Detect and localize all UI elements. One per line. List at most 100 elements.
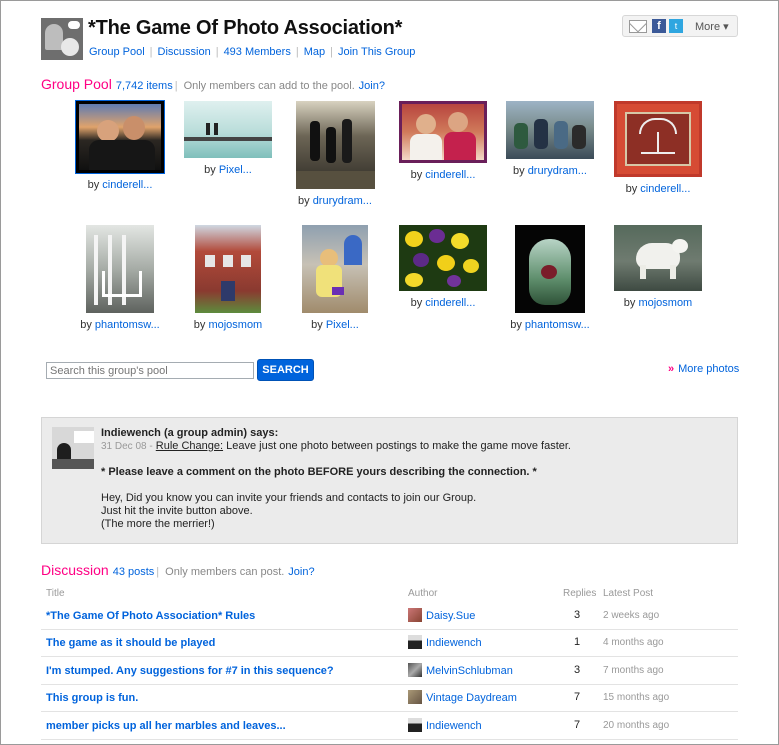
photo-thumbnail[interactable] [399,225,487,291]
pool-search-button[interactable]: SEARCH [257,359,314,381]
photo-owner-link[interactable]: phantomsw... [525,319,590,331]
facebook-icon[interactable]: f [652,19,666,33]
author-avatar[interactable] [408,635,422,649]
photo-thumbnail[interactable] [614,101,702,177]
photo-owner-link[interactable]: mojosmom [208,319,262,331]
share-toolbar: f t More ▾ [622,15,738,37]
topic-link[interactable]: I'm stumped. Any suggestions for #7 in t… [46,665,334,677]
table-row: The game as it should be played Indiewen… [41,629,738,657]
admin-line-1: Hey, Did you know you can invite your fr… [101,492,477,504]
photo-item: by cinderell... [603,101,713,195]
nav-join-group[interactable]: Join This Group [338,46,415,58]
photo-thumbnail[interactable] [184,101,272,158]
rule-change-label: Rule Change: [155,440,224,452]
column-header-replies: Replies [563,588,597,599]
author-link[interactable]: Indiewench [426,637,482,649]
photo-item: by cinderell... [388,101,498,181]
reply-count: 3 [573,664,581,676]
photo-thumbnail[interactable] [86,225,154,313]
photo-thumbnail[interactable] [75,100,165,174]
topic-link[interactable]: member picks up all her marbles and leav… [46,720,286,732]
table-row: member picks up all her marbles and leav… [41,712,738,740]
topic-link[interactable]: This group is fun. [46,692,138,704]
photo-item: by cinderell... [388,225,498,309]
photo-thumbnail[interactable] [195,225,261,313]
pool-search-input[interactable] [46,362,254,379]
topic-link[interactable]: *The Game Of Photo Association* Rules [46,610,255,622]
column-header-latest: Latest Post [603,588,654,599]
author-link[interactable]: Daisy.Sue [426,610,475,622]
column-header-author: Author [408,588,438,599]
group-title: *The Game Of Photo Association* [88,17,403,39]
reply-count: 7 [573,691,581,703]
admin-bold-note: * Please leave a comment on the photo BE… [101,466,537,478]
photo-item: by cinderell... [65,100,175,191]
admin-avatar[interactable] [52,427,94,469]
photo-thumbnail[interactable] [302,225,368,313]
photo-owner-link[interactable]: drurydram... [528,165,587,177]
admin-message: Indiewench (a group admin) says: 31 Dec … [41,417,738,544]
more-photos-link[interactable]: More photos [678,363,739,375]
twitter-icon[interactable]: t [669,19,683,33]
photo-owner-link[interactable]: cinderell... [425,297,475,309]
photo-owner-link[interactable]: cinderell... [425,169,475,181]
latest-post: 15 months ago [603,692,670,703]
photo-thumbnail[interactable] [399,101,487,163]
author-link[interactable]: Vintage Daydream [426,692,517,704]
pool-note: Only members can add to the pool. [183,80,355,92]
author-avatar[interactable] [408,690,422,704]
photo-owner-link[interactable]: mojosmom [638,297,692,309]
reply-count: 3 [573,609,581,621]
discussion-heading: Discussion 43 posts | Only members can post… [41,562,315,578]
photo-owner-link[interactable]: drurydram... [313,195,372,207]
photo-thumbnail[interactable] [506,101,594,159]
photo-thumbnail[interactable] [515,225,585,313]
more-dropdown-button[interactable]: More ▾ [695,20,729,33]
photo-item: by phantomsw... [65,225,175,331]
table-row: *The Game Of Photo Association* Rules Da… [41,602,738,630]
admin-line-3: (The more the merrier!) [101,518,215,530]
group-icon[interactable] [41,18,83,60]
photo-item: by Pixel... [280,225,390,331]
photo-item: by drurydram... [280,101,390,207]
rule-change-text: Leave just one photo between postings to… [226,440,571,452]
discussion-join-link[interactable]: Join? [288,566,314,578]
photo-owner-link[interactable]: Pixel... [326,319,359,331]
email-icon[interactable] [629,20,647,33]
nav-map[interactable]: Map [304,46,325,58]
topic-link[interactable]: The game as it should be played [46,637,215,649]
reply-count: 7 [573,719,581,731]
author-avatar[interactable] [408,608,422,622]
discussion-title: Discussion [41,562,109,578]
nav-discussion[interactable]: Discussion [158,46,211,58]
nav-group-pool[interactable]: Group Pool [89,46,145,58]
photo-thumbnail[interactable] [614,225,702,291]
admin-message-body: Indiewench (a group admin) says: 31 Dec … [101,427,721,531]
table-row: This group is fun. Vintage Daydream 7 15… [41,684,738,712]
more-photos-arrow-icon: » [668,363,675,375]
photo-item: by mojosmom [173,225,283,331]
photo-owner-link[interactable]: phantomsw... [95,319,160,331]
author-avatar[interactable] [408,663,422,677]
pool-count-link[interactable]: 7,742 items [116,80,173,92]
photo-thumbnail[interactable] [295,101,375,189]
photo-owner-link[interactable]: Pixel... [219,164,252,176]
table-row: I'm stumped. Any suggestions for #7 in t… [41,657,738,685]
photo-item: by drurydram... [495,101,605,177]
admin-says: Indiewench (a group admin) says: [101,427,279,439]
photo-owner-link[interactable]: cinderell... [102,179,152,191]
pool-title: Group Pool [41,76,112,92]
discussion-count-link[interactable]: 43 posts [113,566,155,578]
photo-owner-link[interactable]: cinderell... [640,183,690,195]
author-link[interactable]: MelvinSchlubman [426,665,513,677]
author-link[interactable]: Indiewench [426,720,482,732]
latest-post: 4 months ago [603,637,664,648]
group-subnav: Group Pool | Discussion | 493 Members | Map | Jo… [89,46,416,58]
latest-post: 7 months ago [603,665,664,676]
nav-members[interactable]: 493 Members [224,46,291,58]
photo-item: by phantomsw... [495,225,605,331]
admin-date: 31 Dec 08 - [101,441,153,452]
pool-join-link[interactable]: Join? [359,80,385,92]
author-avatar[interactable] [408,718,422,732]
photo-item: by Pixel... [173,101,283,176]
